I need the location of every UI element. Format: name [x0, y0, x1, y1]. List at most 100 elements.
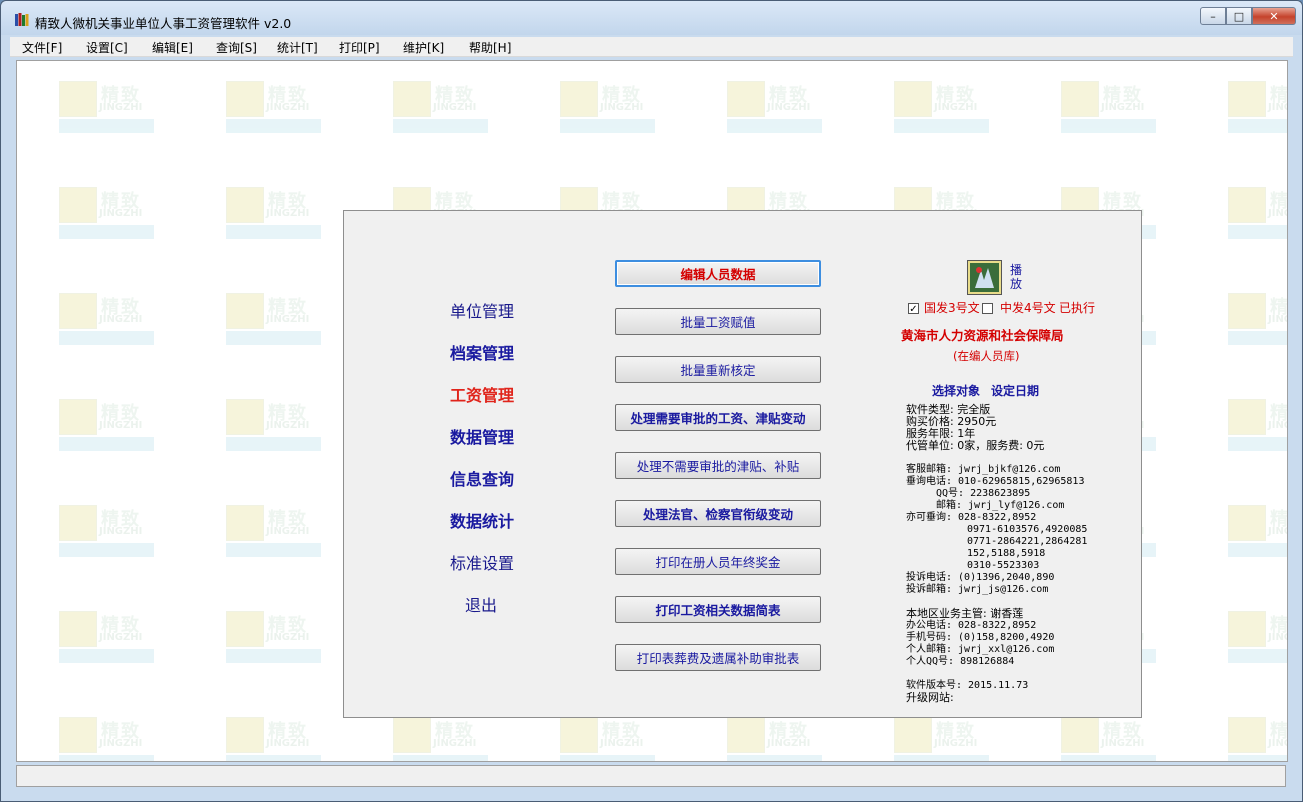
menu-statistics[interactable]: 统计[T] — [277, 39, 318, 56]
watermark-picture — [1228, 399, 1266, 435]
menu-maintain[interactable]: 维护[K] — [403, 39, 444, 56]
edit-staff-data-button[interactable]: 编辑人员数据 — [615, 260, 821, 287]
watermark-subtext: JINGZHI — [1101, 102, 1145, 113]
complaint-email: 投诉邮箱: jwrj_js@126.com — [906, 584, 1049, 595]
watermark-subtext: JINGZHI — [1101, 738, 1145, 749]
qq-number: QQ号: 2238623895 — [936, 488, 1031, 499]
watermark-logo: 精致JINGZHI — [226, 399, 321, 454]
watermark-logo: 精致JINGZHI — [727, 81, 822, 136]
watermark-logo: 精致JINGZHI — [226, 611, 321, 666]
mailbox: 邮箱: jwrj_lyf@126.com — [936, 500, 1065, 511]
maximize-button[interactable]: □ — [1226, 7, 1252, 25]
menu-file[interactable]: 文件[F] — [22, 39, 62, 56]
watermark-picture — [226, 81, 264, 117]
also-inquiry-phone: 亦可垂询: 028-8322,8952 — [906, 512, 1037, 523]
personal-qq: 个人QQ号: 898126884 — [906, 656, 1015, 667]
watermark-picture — [1228, 505, 1266, 541]
watermark-subtext: JINGZHI — [1268, 526, 1287, 537]
zhongfa4-checkbox[interactable] — [982, 303, 993, 314]
menu-print[interactable]: 打印[P] — [339, 39, 380, 56]
menu-help[interactable]: 帮助[H] — [469, 39, 511, 56]
nav-archive-management[interactable]: 档案管理 — [450, 340, 514, 364]
batch-salary-assign-button[interactable]: 批量工资赋值 — [615, 308, 821, 335]
watermark-picture — [727, 717, 765, 753]
print-funeral-subsidy-button[interactable]: 打印表葬费及遗属补助审批表 — [615, 644, 821, 671]
watermark-bar — [1228, 331, 1287, 345]
also-inquiry-phone-5: 0310-5523303 — [967, 560, 1040, 571]
watermark-picture — [226, 611, 264, 647]
watermark-subtext: JINGZHI — [934, 102, 978, 113]
nav-exit[interactable]: 退出 — [465, 592, 497, 616]
nav-standard-settings[interactable]: 标准设置 — [450, 550, 514, 574]
close-button[interactable]: ✕ — [1252, 7, 1296, 25]
watermark-subtext: JINGZHI — [266, 314, 310, 325]
client-area: 精致 JINGZHI 精致 JINGZHI 精致 JINGZHI 精致 JINGZHI 精致 JI… — [16, 60, 1288, 762]
play-video-icon[interactable] — [967, 260, 1002, 295]
nav-unit-management[interactable]: 单位管理 — [450, 298, 514, 322]
app-books-icon — [15, 13, 29, 26]
executed-label: 已执行 — [1059, 301, 1096, 315]
watermark-logo: 精致JINGZHI — [226, 187, 321, 242]
title-bar[interactable]: 精致人微机关事业单位人事工资管理软件 v2.0 – □ ✕ — [1, 1, 1302, 35]
nav-salary-management[interactable]: 工资管理 — [450, 382, 514, 406]
watermark-subtext: JINGZHI — [1268, 420, 1287, 431]
watermark-logo: 精致JINGZHI — [59, 717, 154, 761]
watermark-picture — [727, 81, 765, 117]
watermark-picture — [894, 717, 932, 753]
no-approval-allowance-button[interactable]: 处理不需要审批的津贴、补贴 — [615, 452, 821, 479]
watermark-subtext: JINGZHI — [1268, 208, 1287, 219]
select-object-link[interactable]: 选择对象 — [932, 385, 980, 397]
office-phone: 办公电话: 028-8322,8952 — [906, 620, 1037, 631]
judge-rank-change-button[interactable]: 处理法官、检察官衔级变动 — [615, 500, 821, 527]
watermark-subtext: JINGZHI — [266, 102, 310, 113]
watermark-bar — [59, 543, 154, 557]
watermark-logo: 精致JINGZHI — [59, 611, 154, 666]
watermark-subtext: JINGZHI — [266, 420, 310, 431]
watermark-logo: 精致JINGZHI — [226, 293, 321, 348]
local-manager: 本地区业务主管: 谢香莲 — [906, 607, 1024, 620]
approval-changes-button[interactable]: 处理需要审批的工资、津贴变动 — [615, 404, 821, 431]
staff-db-label: (在编人员库) — [953, 349, 1020, 363]
watermark-bar — [226, 755, 321, 761]
watermark-logo: 精致JINGZHI — [894, 81, 989, 136]
watermark-bar — [1228, 119, 1287, 133]
menu-edit[interactable]: 编辑[E] — [152, 39, 193, 56]
guofa3-checkbox[interactable]: ✓ — [908, 303, 919, 315]
watermark-picture — [59, 505, 97, 541]
watermark-bar — [560, 755, 655, 761]
minimize-button[interactable]: – — [1200, 7, 1226, 25]
watermark-logo: 精致JINGZHI — [226, 505, 321, 560]
also-inquiry-phone-2: 0971-6103576,4920085 — [967, 524, 1088, 535]
menu-settings[interactable]: 设置[C] — [86, 39, 128, 56]
also-inquiry-phone-4: 152,5188,5918 — [967, 548, 1046, 559]
print-year-end-bonus-button[interactable]: 打印在册人员年终奖金 — [615, 548, 821, 575]
print-salary-summary-button[interactable]: 打印工资相关数据简表 — [615, 596, 821, 623]
watermark-subtext: JINGZHI — [99, 102, 143, 113]
watermark-logo: 精致JINGZHI — [894, 717, 989, 761]
watermark-subtext: JINGZHI — [1268, 738, 1287, 749]
nav-data-management[interactable]: 数据管理 — [450, 424, 514, 448]
watermark-picture — [1228, 293, 1266, 329]
watermark-picture — [1228, 611, 1266, 647]
watermark-bar — [1061, 755, 1156, 761]
watermark-bar — [59, 755, 154, 761]
watermark-picture — [59, 399, 97, 435]
play-label-top[interactable]: 播 — [1010, 264, 1022, 276]
watermark-picture — [59, 611, 97, 647]
menu-query[interactable]: 查询[S] — [216, 39, 257, 56]
nav-data-statistics[interactable]: 数据统计 — [450, 508, 514, 532]
play-label-bottom[interactable]: 放 — [1010, 278, 1022, 290]
watermark-bar — [226, 543, 321, 557]
watermark-logo: 精致JINGZHI — [1061, 717, 1156, 761]
watermark-picture — [226, 505, 264, 541]
watermark-picture — [59, 81, 97, 117]
personal-email: 个人邮箱: jwrj_xxl@126.com — [906, 644, 1055, 655]
batch-reverify-button[interactable]: 批量重新核定 — [615, 356, 821, 383]
mobile-phone: 手机号码: (0)158,8200,4920 — [906, 632, 1055, 643]
set-date-link[interactable]: 设定日期 — [991, 385, 1039, 397]
watermark-picture — [1061, 717, 1099, 753]
watermark-picture — [894, 81, 932, 117]
watermark-bar — [1228, 649, 1287, 663]
watermark-bar — [1228, 225, 1287, 239]
nav-info-query[interactable]: 信息查询 — [450, 466, 514, 490]
